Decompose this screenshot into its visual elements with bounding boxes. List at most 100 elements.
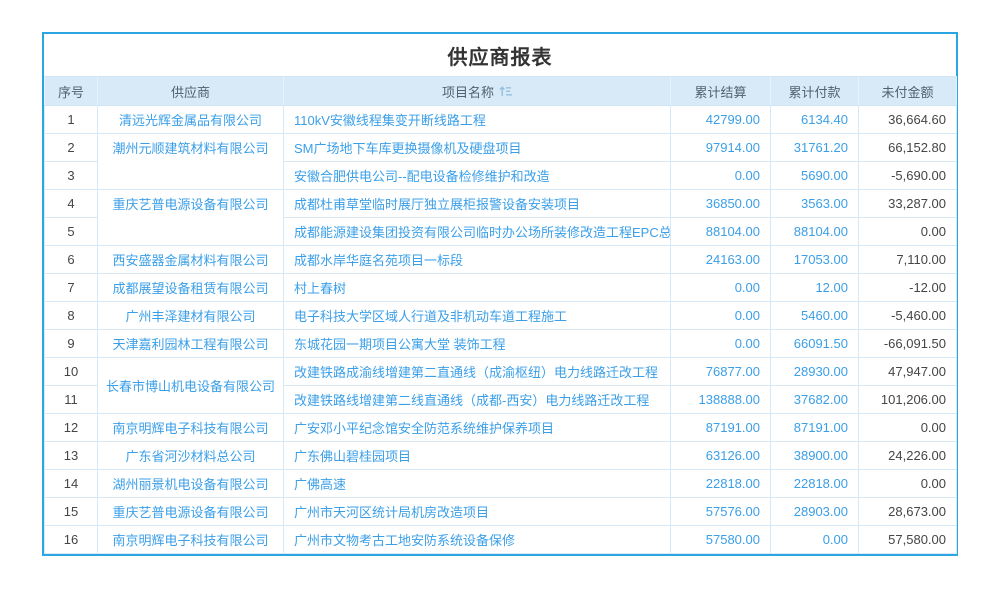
- project-cell[interactable]: 广州市天河区统计局机房改造项目: [284, 498, 671, 526]
- paid-cell[interactable]: 66091.50: [771, 330, 859, 358]
- row-number: 5: [45, 218, 98, 246]
- settled-cell[interactable]: 63126.00: [671, 442, 771, 470]
- unpaid-cell: -12.00: [859, 274, 957, 302]
- settled-cell[interactable]: 0.00: [671, 330, 771, 358]
- supplier-cell[interactable]: 重庆艺普电源设备有限公司: [98, 498, 284, 526]
- supplier-cell[interactable]: 成都展望设备租赁有限公司: [98, 274, 284, 302]
- col-header-paid: 累计付款: [771, 77, 859, 106]
- row-number: 11: [45, 386, 98, 414]
- row-number: 2: [45, 134, 98, 162]
- project-cell[interactable]: 电子科技大学区域人行道及非机动车道工程施工: [284, 302, 671, 330]
- page-title: 供应商报表: [44, 34, 956, 76]
- settled-cell[interactable]: 42799.00: [671, 106, 771, 134]
- row-number: 14: [45, 470, 98, 498]
- unpaid-cell: 33,287.00: [859, 190, 957, 218]
- row-number: 13: [45, 442, 98, 470]
- settled-cell[interactable]: 22818.00: [671, 470, 771, 498]
- header-row: 序号 供应商 项目名称: [45, 77, 957, 106]
- supplier-cell[interactable]: 南京明辉电子科技有限公司: [98, 414, 284, 442]
- project-cell[interactable]: 成都杜甫草堂临时展厅独立展柜报警设备安装项目: [284, 190, 671, 218]
- settled-cell[interactable]: 87191.00: [671, 414, 771, 442]
- paid-cell[interactable]: 0.00: [771, 526, 859, 554]
- unpaid-cell: 0.00: [859, 218, 957, 246]
- project-cell[interactable]: 村上春树: [284, 274, 671, 302]
- sort-ascending-icon[interactable]: [499, 86, 512, 97]
- settled-cell[interactable]: 0.00: [671, 302, 771, 330]
- col-header-unpaid: 未付金额: [859, 77, 957, 106]
- settled-cell[interactable]: 88104.00: [671, 218, 771, 246]
- settled-cell[interactable]: 76877.00: [671, 358, 771, 386]
- settled-cell[interactable]: 57576.00: [671, 498, 771, 526]
- row-number: 9: [45, 330, 98, 358]
- table-row: 4 重庆艺普电源设备有限公司 成都杜甫草堂临时展厅独立展柜报警设备安装项目 36…: [45, 190, 957, 218]
- row-number: 16: [45, 526, 98, 554]
- table-row: 16 南京明辉电子科技有限公司 广州市文物考古工地安防系统设备保修 57580.…: [45, 526, 957, 554]
- unpaid-cell: 0.00: [859, 470, 957, 498]
- table-row: 6 西安盛器金属材料有限公司 成都水岸华庭名苑项目一标段 24163.00 17…: [45, 246, 957, 274]
- table-row: 14 湖州丽景机电设备有限公司 广佛高速 22818.00 22818.00 0…: [45, 470, 957, 498]
- unpaid-cell: 57,580.00: [859, 526, 957, 554]
- supplier-cell[interactable]: 天津嘉利园林工程有限公司: [98, 330, 284, 358]
- table-row: 12 南京明辉电子科技有限公司 广安邓小平纪念馆安全防范系统维护保养项目 871…: [45, 414, 957, 442]
- supplier-cell[interactable]: 清远光辉金属品有限公司: [98, 106, 284, 134]
- paid-cell[interactable]: 22818.00: [771, 470, 859, 498]
- paid-cell[interactable]: 38900.00: [771, 442, 859, 470]
- project-cell[interactable]: 安徽合肥供电公司--配电设备检修维护和改造: [284, 162, 671, 190]
- paid-cell[interactable]: 31761.20: [771, 134, 859, 162]
- supplier-cell[interactable]: 潮州元顺建筑材料有限公司: [98, 134, 284, 190]
- table-row: 7 成都展望设备租赁有限公司 村上春树 0.00 12.00 -12.00: [45, 274, 957, 302]
- supplier-cell[interactable]: 湖州丽景机电设备有限公司: [98, 470, 284, 498]
- unpaid-cell: 36,664.60: [859, 106, 957, 134]
- project-cell[interactable]: 东城花园一期项目公寓大堂 装饰工程: [284, 330, 671, 358]
- settled-cell[interactable]: 97914.00: [671, 134, 771, 162]
- project-cell[interactable]: 广佛高速: [284, 470, 671, 498]
- settled-cell[interactable]: 36850.00: [671, 190, 771, 218]
- settled-cell[interactable]: 0.00: [671, 274, 771, 302]
- supplier-cell[interactable]: 西安盛器金属材料有限公司: [98, 246, 284, 274]
- row-number: 10: [45, 358, 98, 386]
- paid-cell[interactable]: 37682.00: [771, 386, 859, 414]
- supplier-report: 供应商报表 序号 供应商 项目名称: [42, 32, 958, 556]
- paid-cell[interactable]: 17053.00: [771, 246, 859, 274]
- project-cell[interactable]: 成都能源建设集团投资有限公司临时办公场所装修改造工程EPC总承包: [284, 218, 671, 246]
- unpaid-cell: 7,110.00: [859, 246, 957, 274]
- settled-cell[interactable]: 0.00: [671, 162, 771, 190]
- supplier-cell[interactable]: 长春市博山机电设备有限公司: [98, 358, 284, 414]
- supplier-cell[interactable]: 南京明辉电子科技有限公司: [98, 526, 284, 554]
- paid-cell[interactable]: 3563.00: [771, 190, 859, 218]
- supplier-cell[interactable]: 广州丰泽建材有限公司: [98, 302, 284, 330]
- paid-cell[interactable]: 5460.00: [771, 302, 859, 330]
- unpaid-cell: 28,673.00: [859, 498, 957, 526]
- paid-cell[interactable]: 28930.00: [771, 358, 859, 386]
- project-cell[interactable]: 广安邓小平纪念馆安全防范系统维护保养项目: [284, 414, 671, 442]
- supplier-cell[interactable]: 重庆艺普电源设备有限公司: [98, 190, 284, 246]
- paid-cell[interactable]: 5690.00: [771, 162, 859, 190]
- paid-cell[interactable]: 88104.00: [771, 218, 859, 246]
- project-cell[interactable]: 改建铁路成渝线增建第二直通线（成渝枢纽）电力线路迁改工程: [284, 358, 671, 386]
- project-cell[interactable]: 改建铁路线增建第二线直通线（成都-西安）电力线路迁改工程: [284, 386, 671, 414]
- row-number: 6: [45, 246, 98, 274]
- paid-cell[interactable]: 87191.00: [771, 414, 859, 442]
- project-cell[interactable]: 广东佛山碧桂园项目: [284, 442, 671, 470]
- project-cell[interactable]: SM广场地下车库更换摄像机及硬盘项目: [284, 134, 671, 162]
- paid-cell[interactable]: 12.00: [771, 274, 859, 302]
- table-row: 15 重庆艺普电源设备有限公司 广州市天河区统计局机房改造项目 57576.00…: [45, 498, 957, 526]
- col-header-supplier: 供应商: [98, 77, 284, 106]
- unpaid-cell: -5,460.00: [859, 302, 957, 330]
- row-number: 1: [45, 106, 98, 134]
- col-header-project[interactable]: 项目名称: [284, 77, 671, 106]
- settled-cell[interactable]: 57580.00: [671, 526, 771, 554]
- paid-cell[interactable]: 28903.00: [771, 498, 859, 526]
- paid-cell[interactable]: 6134.40: [771, 106, 859, 134]
- row-number: 4: [45, 190, 98, 218]
- settled-cell[interactable]: 138888.00: [671, 386, 771, 414]
- row-number: 15: [45, 498, 98, 526]
- project-cell[interactable]: 广州市文物考古工地安防系统设备保修: [284, 526, 671, 554]
- col-header-project-label: 项目名称: [442, 82, 494, 101]
- project-cell[interactable]: 110kV安徽线程集变开断线路工程: [284, 106, 671, 134]
- supplier-table: 序号 供应商 项目名称: [44, 76, 957, 554]
- supplier-cell[interactable]: 广东省河沙材料总公司: [98, 442, 284, 470]
- unpaid-cell: 0.00: [859, 414, 957, 442]
- settled-cell[interactable]: 24163.00: [671, 246, 771, 274]
- project-cell[interactable]: 成都水岸华庭名苑项目一标段: [284, 246, 671, 274]
